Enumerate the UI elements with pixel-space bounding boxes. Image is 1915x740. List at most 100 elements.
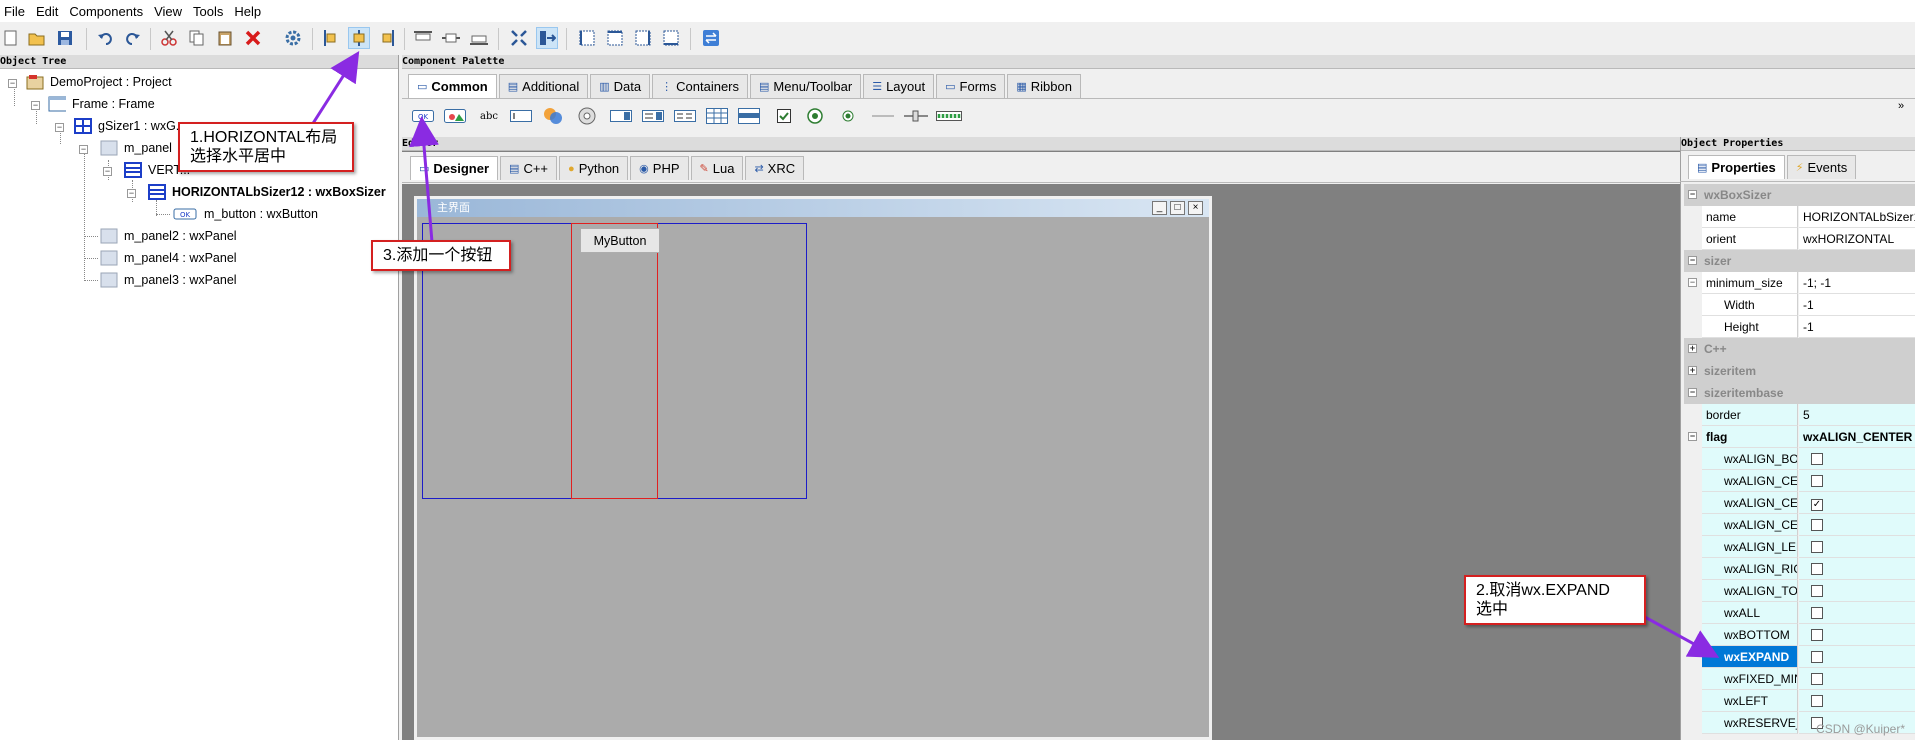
- paste-icon[interactable]: [214, 27, 236, 49]
- prop-width[interactable]: Width -1: [1684, 294, 1915, 316]
- align-top-icon[interactable]: [412, 27, 434, 49]
- menu-edit[interactable]: Edit: [34, 4, 65, 19]
- tab-xrc[interactable]: ⇄ XRC: [745, 156, 805, 180]
- horizontal-sizer-outline[interactable]: [571, 223, 658, 499]
- new-icon[interactable]: [0, 27, 22, 49]
- category-sizer[interactable]: − sizer: [1684, 250, 1915, 272]
- bitmap-button-icon[interactable]: [444, 108, 466, 124]
- grid-icon[interactable]: [706, 108, 728, 124]
- cut-icon[interactable]: [158, 27, 180, 49]
- category-sizeritembase[interactable]: − sizeritembase: [1684, 382, 1915, 404]
- flag-row[interactable]: wxFIXED_MINSIZE: [1684, 668, 1915, 690]
- menu-view[interactable]: View: [152, 4, 189, 19]
- flag-checkbox[interactable]: [1811, 607, 1823, 619]
- flag-row[interactable]: wxEXPAND: [1684, 646, 1915, 668]
- flag-row[interactable]: wxALIGN_RIGHT: [1684, 558, 1915, 580]
- redo-icon[interactable]: [122, 27, 144, 49]
- border-bottom-icon[interactable]: [660, 27, 682, 49]
- tab-menu-toolbar[interactable]: ▤ Menu/Toolbar: [750, 74, 862, 98]
- flag-checkbox[interactable]: [1811, 563, 1823, 575]
- align-middle-icon[interactable]: [440, 27, 462, 49]
- mybutton[interactable]: MyButton: [580, 228, 660, 253]
- tab-events[interactable]: ⚡ Events: [1786, 155, 1857, 179]
- prop-flag[interactable]: − flag wxALIGN_CENTER: [1684, 426, 1915, 448]
- flag-row[interactable]: wxALL: [1684, 602, 1915, 624]
- swap-icon[interactable]: [700, 27, 722, 49]
- flag-row[interactable]: wxALIGN_CENTER_VERTICAL: [1684, 514, 1915, 536]
- category-cpp[interactable]: + C++: [1684, 338, 1915, 360]
- align-center-icon[interactable]: [348, 27, 370, 49]
- tree-item-panel[interactable]: m_panel: [100, 139, 172, 157]
- palette-overflow-button[interactable]: »: [1898, 100, 1904, 112]
- close-button[interactable]: ×: [1188, 201, 1203, 215]
- tab-data[interactable]: ▥ Data: [590, 74, 651, 98]
- gauge-icon[interactable]: [936, 108, 962, 124]
- tab-python[interactable]: ● Python: [559, 156, 629, 180]
- flag-checkbox[interactable]: [1811, 629, 1823, 641]
- category-wxboxsizer[interactable]: − wxBoxSizer: [1684, 184, 1915, 206]
- tab-properties[interactable]: ▤ Properties: [1688, 155, 1785, 179]
- tab-common[interactable]: ▭ Common: [408, 74, 497, 98]
- align-bottom-icon[interactable]: [468, 27, 490, 49]
- menu-help[interactable]: Help: [232, 4, 268, 19]
- checkbox-icon[interactable]: [776, 108, 792, 124]
- button-icon[interactable]: OK: [412, 108, 434, 124]
- tree-item-project[interactable]: DemoProject : Project: [26, 73, 172, 91]
- prop-name[interactable]: name HORIZONTALbSizer12: [1684, 206, 1915, 228]
- flag-checkbox[interactable]: [1811, 585, 1823, 597]
- static-text-icon[interactable]: abc: [480, 108, 498, 124]
- border-left-icon[interactable]: [576, 27, 598, 49]
- tab-ribbon[interactable]: ▦ Ribbon: [1007, 74, 1081, 98]
- undo-icon[interactable]: [94, 27, 116, 49]
- delete-icon[interactable]: [242, 27, 264, 49]
- tree-item-frame[interactable]: Frame : Frame: [48, 95, 155, 113]
- radio-icon[interactable]: [840, 108, 856, 124]
- flag-checkbox[interactable]: [1811, 651, 1823, 663]
- flag-checkbox[interactable]: [1811, 475, 1823, 487]
- tab-cpp[interactable]: ▤ C++: [500, 156, 558, 180]
- tree-item-panel2[interactable]: m_panel2 : wxPanel: [100, 227, 237, 245]
- expand-icon[interactable]: [508, 27, 530, 49]
- list-ctrl-icon[interactable]: [674, 108, 696, 124]
- flag-checkbox[interactable]: ✓: [1811, 499, 1823, 511]
- tab-additional[interactable]: ▤ Additional: [498, 74, 589, 98]
- flag-row[interactable]: wxALIGN_BOTTOM: [1684, 448, 1915, 470]
- tree-item-panel3[interactable]: m_panel3 : wxPanel: [100, 271, 237, 289]
- prop-minimum-size[interactable]: − minimum_size -1; -1: [1684, 272, 1915, 294]
- tree-item-gsizer[interactable]: gSizer1 : wxG...: [74, 117, 186, 135]
- tab-containers[interactable]: ⋮ Containers: [652, 74, 749, 98]
- open-icon[interactable]: [26, 27, 48, 49]
- maximize-button[interactable]: □: [1170, 201, 1185, 215]
- radio-button-icon[interactable]: [806, 108, 824, 124]
- flag-row[interactable]: wxLEFT: [1684, 690, 1915, 712]
- category-sizeritem[interactable]: + sizeritem: [1684, 360, 1915, 382]
- flag-checkbox[interactable]: [1811, 453, 1823, 465]
- minimize-button[interactable]: _: [1152, 201, 1167, 215]
- list-box-icon[interactable]: [642, 108, 664, 124]
- flag-row[interactable]: wxALIGN_TOP: [1684, 580, 1915, 602]
- tab-layout[interactable]: ☰ Layout: [863, 74, 935, 98]
- flag-row[interactable]: wxALIGN_CENTER_HORIZONTAL ✓: [1684, 492, 1915, 514]
- align-right-icon[interactable]: [376, 27, 398, 49]
- copy-icon[interactable]: [186, 27, 208, 49]
- designer-frame[interactable]: 主界面 _ □ × MyButton: [414, 196, 1212, 740]
- prop-orient[interactable]: orient wxHORIZONTAL: [1684, 228, 1915, 250]
- menu-file[interactable]: File: [2, 4, 32, 19]
- prop-height[interactable]: Height -1: [1684, 316, 1915, 338]
- tab-forms[interactable]: ▭ Forms: [936, 74, 1006, 98]
- tree-item-horizontal-sizer[interactable]: HORIZONTALbSizer12 : wxBoxSizer: [148, 183, 386, 201]
- prop-border[interactable]: border 5: [1684, 404, 1915, 426]
- tab-lua[interactable]: ✎ Lua: [690, 156, 744, 180]
- save-icon[interactable]: [54, 27, 76, 49]
- flag-checkbox[interactable]: [1811, 695, 1823, 707]
- flag-row[interactable]: wxALIGN_LEFT: [1684, 536, 1915, 558]
- choice-icon[interactable]: [610, 108, 632, 124]
- tab-designer[interactable]: ▭ Designer: [410, 156, 499, 180]
- slider-icon[interactable]: [904, 108, 928, 124]
- menu-tools[interactable]: Tools: [191, 4, 230, 19]
- static-line-icon[interactable]: [872, 108, 894, 124]
- menu-components[interactable]: Components: [67, 4, 150, 19]
- toggle-list-icon[interactable]: [738, 108, 760, 124]
- stretch-icon[interactable]: [536, 27, 558, 49]
- border-top-icon[interactable]: [604, 27, 626, 49]
